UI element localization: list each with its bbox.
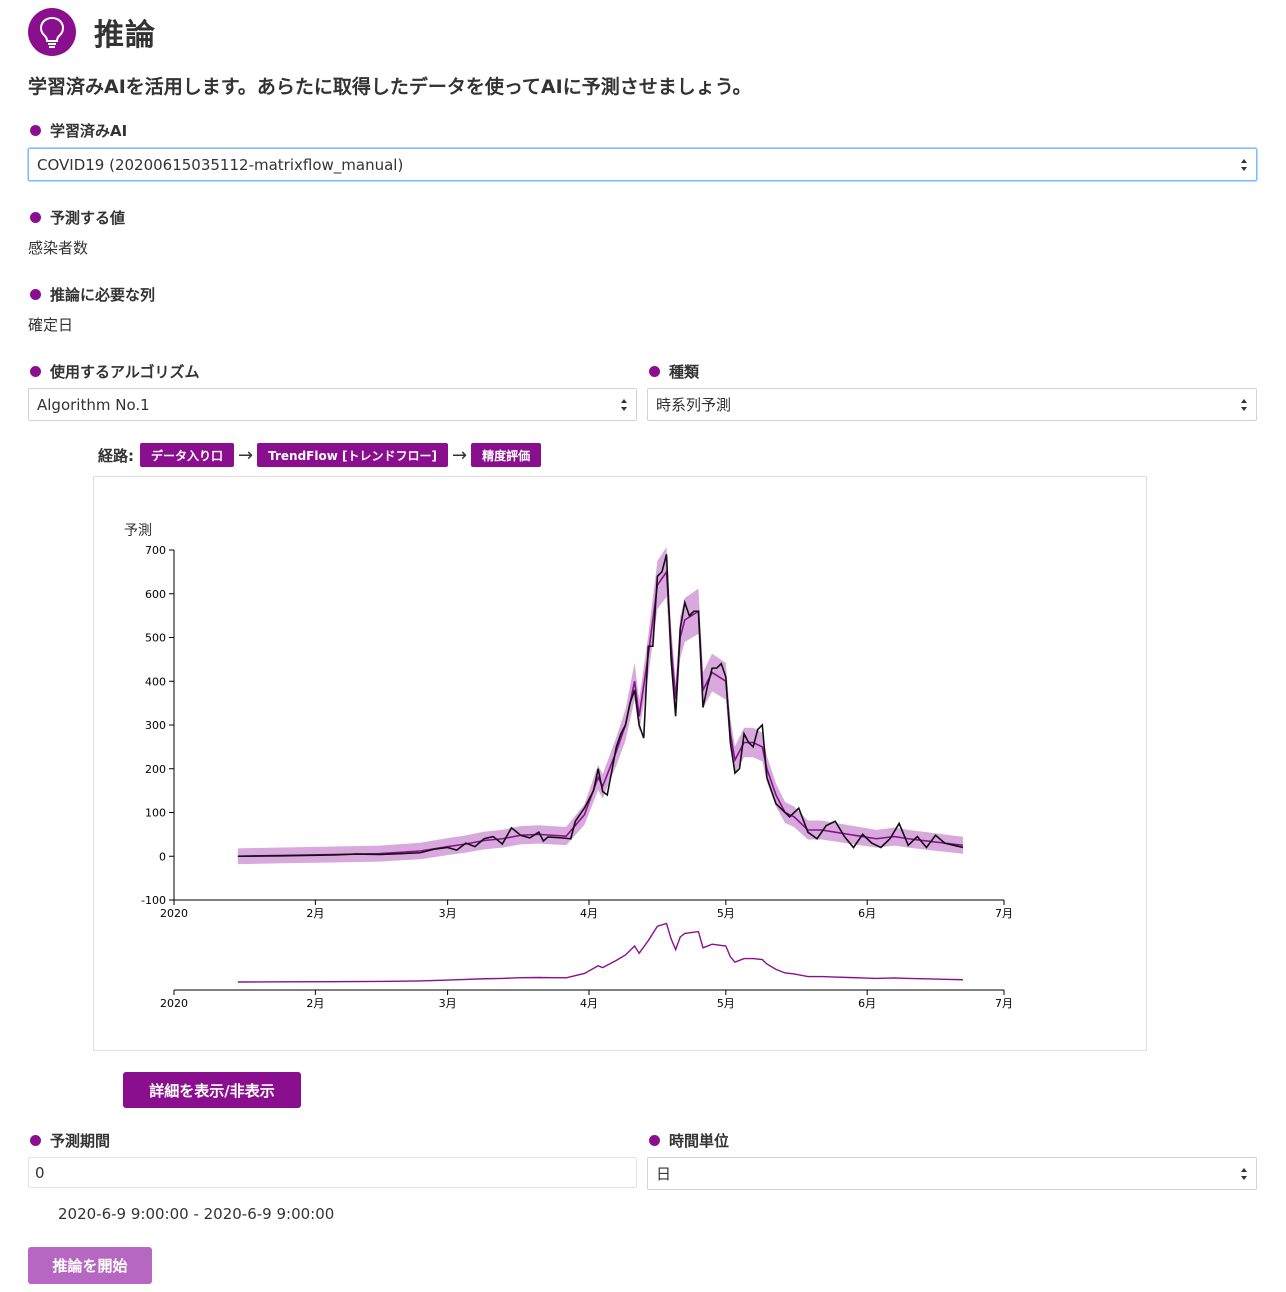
x-tick-label: 2020 — [160, 907, 188, 920]
algorithm-select[interactable]: Algorithm No.1 — [28, 388, 637, 421]
bullet-icon — [649, 366, 660, 377]
page-header: 推論 — [28, 8, 156, 56]
x-tick-label: 5月 — [717, 907, 735, 920]
series-line-actual — [237, 554, 964, 858]
required-columns-label: 推論に必要な列 — [30, 284, 155, 305]
x-tick-label: 2月 — [306, 907, 324, 920]
time-unit-select[interactable]: 日 — [647, 1157, 1257, 1190]
overview-x-tick-label: 2020 — [160, 997, 188, 1010]
algorithm-label: 使用するアルゴリズム — [30, 361, 200, 382]
overview-line — [237, 922, 963, 983]
y-tick-label: 500 — [145, 632, 166, 645]
model-label: 学習済みAI — [30, 120, 127, 141]
route-step-data-input[interactable]: データ入り口 — [140, 443, 235, 467]
x-tick-label: 6月 — [858, 907, 876, 920]
y-tick-label: 300 — [145, 719, 166, 732]
route-step-evaluation[interactable]: 精度評価 — [471, 443, 542, 467]
toggle-details-button[interactable]: 詳細を表示/非表示 — [123, 1072, 301, 1108]
prediction-band — [237, 546, 963, 865]
lightbulb-icon — [28, 8, 76, 56]
period-input[interactable]: 0 — [28, 1157, 637, 1188]
model-select[interactable]: COVID19 (20200615035112-matrixflow_manua… — [28, 148, 1257, 181]
overview-x-tick-label: 3月 — [439, 997, 457, 1010]
select-arrows-icon — [621, 399, 627, 411]
route-breadcrumb: 経路: データ入り口 → TrendFlow [トレンドフロー] → 精度評価 — [98, 443, 542, 467]
y-axis-label: 予測 — [124, 523, 152, 539]
bullet-icon — [649, 1135, 660, 1146]
overview-x-tick-label: 5月 — [717, 997, 735, 1010]
main-plot: -100 0 100 200 300 400 500 600 700 2020 2月 3月 4月 5月 6月… — [141, 544, 1013, 920]
route-arrow-icon: → — [451, 444, 468, 466]
kind-select[interactable]: 時系列予測 — [647, 388, 1257, 421]
y-tick-label: 0 — [159, 850, 166, 863]
x-tick-label: 3月 — [439, 907, 457, 920]
start-inference-button[interactable]: 推論を開始 — [28, 1247, 152, 1284]
period-label: 予測期間 — [30, 1130, 110, 1151]
overview-brush-plot[interactable]: 2020 2月 3月 4月 5月 6月 7月 — [160, 922, 1013, 1011]
target-label: 予測する値 — [30, 207, 125, 228]
x-tick-label: 4月 — [580, 907, 598, 920]
y-tick-label: 100 — [145, 807, 166, 820]
period-range-text: 2020-6-9 9:00:00 - 2020-6-9 9:00:00 — [58, 1205, 335, 1223]
prediction-chart-svg: 予測 -100 0 100 200 300 400 500 600 700 2020 2月 3月 4月 5… — [124, 523, 1013, 1011]
y-tick-label: -100 — [141, 894, 166, 907]
route-label: 経路: — [98, 446, 134, 465]
bullet-icon — [30, 1135, 41, 1146]
select-arrows-icon — [1241, 399, 1247, 411]
series-line-predicted — [237, 569, 964, 858]
overview-x-tick-label: 4月 — [580, 997, 598, 1010]
select-arrows-icon — [1241, 159, 1247, 171]
bullet-icon — [30, 366, 41, 377]
bullet-icon — [30, 125, 41, 136]
required-columns-value: 確定日 — [28, 316, 74, 334]
overview-x-tick-label: 7月 — [995, 997, 1013, 1010]
x-tick-label: 7月 — [995, 907, 1013, 920]
y-tick-label: 200 — [145, 763, 166, 776]
page-subtitle: 学習済みAIを活用します。あらたに取得したデータを使ってAIに予測させましょう。 — [28, 76, 752, 98]
route-arrow-icon: → — [238, 444, 254, 466]
prediction-chart: 予測 -100 0 100 200 300 400 500 600 700 2020 2月 3月 4月 5… — [93, 476, 1147, 1051]
time-unit-label: 時間単位 — [649, 1130, 729, 1151]
y-tick-label: 600 — [145, 588, 166, 601]
select-arrows-icon — [1241, 1168, 1247, 1180]
overview-x-tick-label: 2月 — [306, 997, 324, 1010]
bullet-icon — [30, 289, 41, 300]
y-tick-label: 400 — [145, 675, 166, 688]
bullet-icon — [30, 212, 41, 223]
route-step-trendflow[interactable]: TrendFlow [トレンドフロー] — [257, 443, 448, 467]
page-title: 推論 — [94, 18, 156, 53]
target-value: 感染者数 — [28, 239, 89, 257]
y-tick-label: 700 — [145, 544, 166, 557]
kind-label: 種類 — [649, 361, 699, 382]
overview-x-tick-label: 6月 — [858, 997, 876, 1010]
